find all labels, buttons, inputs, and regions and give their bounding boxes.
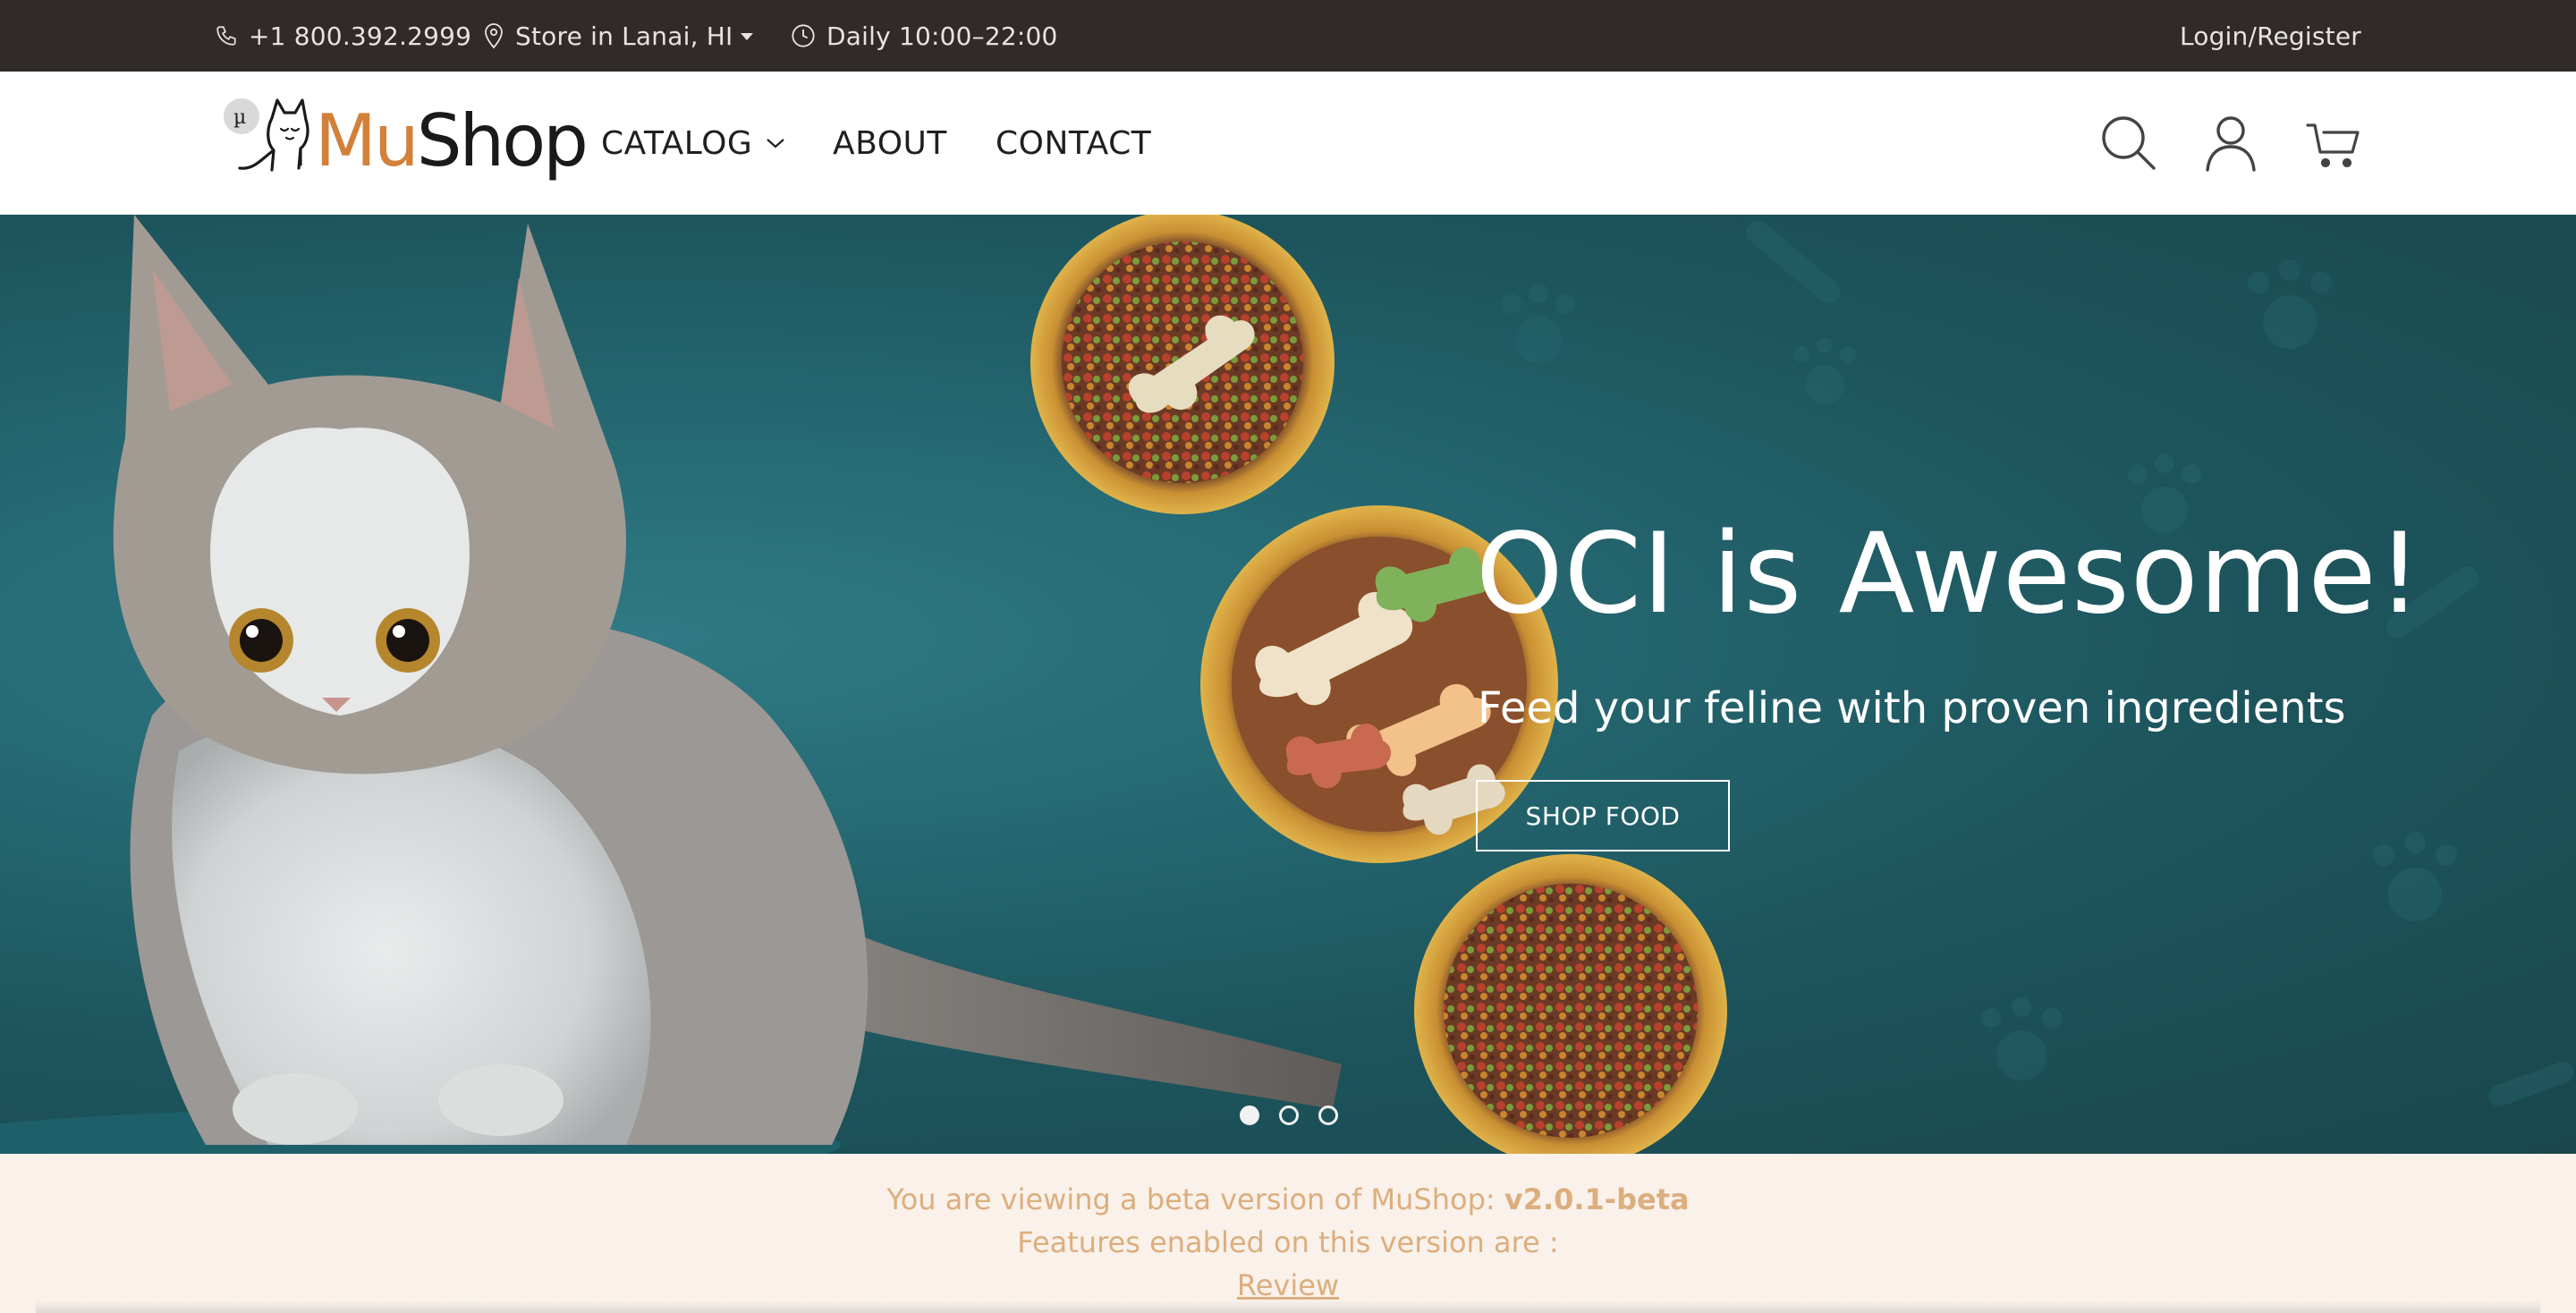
beta-features-line: Features enabled on this version are :: [1017, 1225, 1559, 1259]
clock-icon: [792, 24, 815, 47]
hero-subheadline: Feed your feline with proven ingredients: [1478, 683, 2346, 733]
store-location: Store in Lanai, HI: [515, 21, 733, 51]
store-selector[interactable]: Store in Lanai, HI: [483, 0, 753, 72]
mushop-logo[interactable]: µ MuShop: [218, 93, 589, 193]
beta-version-line: You are viewing a beta version of MuShop…: [0, 1182, 2576, 1216]
main-header: µ MuShop CATALOG ABOUT CONTACT: [0, 72, 2576, 215]
user-icon[interactable]: [2200, 113, 2261, 174]
beta-version: v2.0.1-beta: [1504, 1182, 1690, 1216]
nav-contact[interactable]: CONTACT: [996, 72, 1151, 215]
nav-catalog[interactable]: CATALOG: [601, 72, 786, 215]
login-register-link[interactable]: Login/Register: [2180, 0, 2361, 72]
shop-food-button[interactable]: SHOP FOOD: [1476, 780, 1730, 851]
carousel-dot-2[interactable]: [1279, 1105, 1299, 1125]
nav-catalog-label: CATALOG: [601, 124, 753, 162]
nav-about[interactable]: ABOUT: [833, 72, 947, 215]
location-pin-icon: [485, 23, 503, 49]
review-feature-link[interactable]: Review: [0, 1268, 2576, 1302]
caret-down-icon: [740, 33, 753, 40]
opening-hours: Daily 10:00–22:00: [791, 0, 1058, 72]
hero-headline: OCI is Awesome!: [1476, 510, 2423, 639]
beta-notice-banner: You are viewing a beta version of MuShop…: [0, 1154, 2576, 1313]
logo-badge-glyph: µ: [233, 106, 246, 129]
carousel-dot-3[interactable]: [1318, 1105, 1338, 1125]
phone-number: +1 800.392.2999: [249, 21, 472, 51]
phone-contact[interactable]: +1 800.392.2999: [215, 0, 471, 72]
logo-mu: Mu: [315, 99, 419, 182]
carousel-indicators: [1238, 1105, 1347, 1127]
hours-text: Daily 10:00–22:00: [826, 21, 1058, 51]
logo-wordmark: MuShop: [315, 106, 589, 177]
cart-icon[interactable]: [2304, 113, 2365, 174]
logo-shop: Shop: [416, 99, 589, 182]
top-bar: +1 800.392.2999 Store in Lanai, HI Daily…: [0, 0, 2576, 72]
hero-carousel: OCI is Awesome! Feed your feline with pr…: [0, 215, 2576, 1154]
chevron-down-icon: [767, 139, 785, 148]
beta-prefix: You are viewing a beta version of MuShop…: [886, 1182, 1504, 1216]
carousel-dot-1[interactable]: [1240, 1105, 1259, 1125]
search-icon[interactable]: [2098, 113, 2159, 174]
phone-icon: [216, 26, 236, 46]
cat-logo-icon: µ: [224, 98, 309, 172]
